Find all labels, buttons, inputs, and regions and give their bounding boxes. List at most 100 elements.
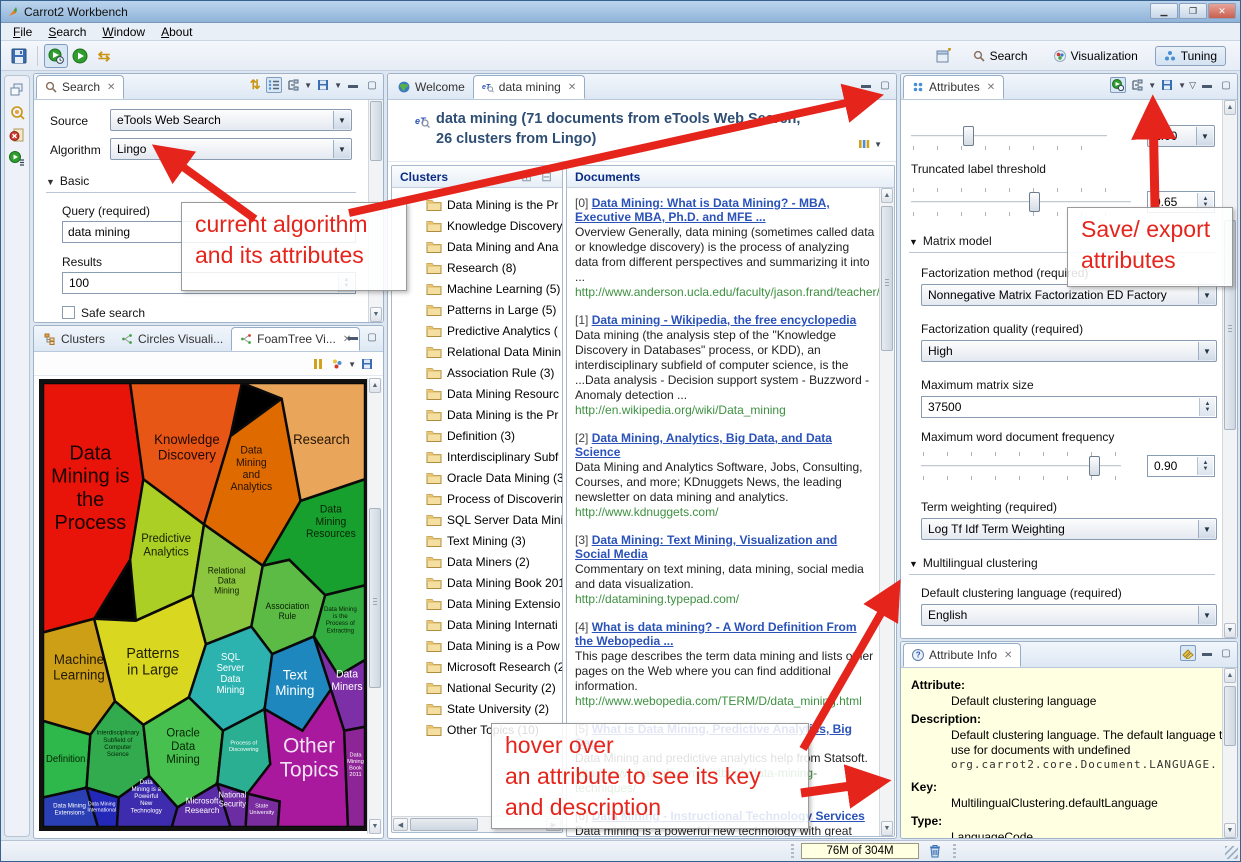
cluster-tree-item[interactable]: Data Mining and Ana [392, 236, 562, 257]
simple-layout-icon[interactable] [266, 77, 282, 93]
document-title-link[interactable]: Data Mining: Text Mining, Visualization … [575, 533, 837, 561]
dropdown-icon[interactable]: ▼ [1148, 81, 1156, 90]
document-title-link[interactable]: Data Mining, Analytics, Big Data, and Da… [575, 431, 832, 459]
document-title-link[interactable]: What is data mining? - A Word Definition… [575, 620, 857, 648]
foamtree-scrollbar[interactable]: ▲ ▼ [367, 378, 382, 834]
document-url[interactable]: http://www.anderson.ucla.edu/faculty/jas… [575, 285, 875, 300]
cluster-tree-item[interactable]: Association Rule (3) [392, 362, 562, 383]
max-word-frequency-value[interactable]: 0.90▲▼ [1147, 455, 1215, 477]
open-perspective-icon[interactable] [932, 44, 956, 68]
factorization-method-select[interactable]: Nonnegative Matrix Factorization ED Fact… [921, 284, 1217, 306]
view-menu-icon[interactable]: ▽ [1189, 80, 1196, 91]
document-url[interactable]: http://en.wikipedia.org/wiki/Data_mining [575, 403, 875, 418]
minimize-view-icon[interactable]: ▬ [858, 77, 874, 93]
error-log-icon[interactable] [9, 127, 25, 143]
expand-all-icon[interactable]: ⊞ [521, 169, 532, 185]
minimize-view-icon[interactable]: ▬ [345, 329, 361, 345]
perspective-visualization[interactable]: Visualization [1045, 46, 1147, 66]
cluster-tree-item[interactable]: Research (8) [392, 257, 562, 278]
safe-search-checkbox[interactable] [62, 306, 75, 319]
minimize-view-icon[interactable]: ▬ [1199, 77, 1215, 93]
cluster-tree-item[interactable]: Data Mining is a Pow [392, 635, 562, 656]
dropdown-icon[interactable]: ▼ [1178, 81, 1186, 90]
document-url[interactable]: http://www.webopedia.com/TERM/D/data_min… [575, 694, 875, 709]
editor-tab-welcome[interactable]: Welcome [390, 75, 473, 99]
cluster-tree-item[interactable]: Predictive Analytics ( [392, 320, 562, 341]
document-title-link[interactable]: Data Mining: What is Data Mining? - MBA,… [575, 196, 830, 224]
menu-window[interactable]: Window [94, 24, 153, 40]
factorization-quality-select[interactable]: High▼ [921, 340, 1217, 362]
term-weighting-select[interactable]: Log Tf Idf Term Weighting▼ [921, 518, 1217, 540]
cluster-tree-item[interactable]: Microsoft Research (2 [392, 656, 562, 677]
resize-grip[interactable] [1225, 846, 1238, 859]
cluster-tree-item[interactable]: Data Mining is the Pr [392, 194, 562, 215]
cluster-tree-item[interactable]: Data Mining Resourc [392, 383, 562, 404]
search-fast-view-icon[interactable] [9, 104, 25, 120]
maximize-view-icon[interactable]: ▢ [1218, 77, 1234, 93]
perspective-tuning[interactable]: Tuning [1155, 46, 1226, 66]
maximize-view-icon[interactable]: ▢ [1218, 645, 1234, 661]
attributes-scrollbar[interactable]: ▲ ▼ [1222, 100, 1237, 638]
pause-animation-icon[interactable] [310, 356, 326, 372]
close-tab-icon[interactable]: ✕ [987, 82, 995, 93]
close-tab-icon[interactable]: ✕ [1004, 650, 1012, 661]
default-language-select[interactable]: English▼ [921, 604, 1217, 626]
cluster-tree-item[interactable]: Text Mining (3) [392, 530, 562, 551]
tab-circles-visuali[interactable]: Circles Visuali... [113, 327, 231, 351]
live-update-icon[interactable] [1110, 77, 1126, 93]
link-selection-icon[interactable] [1180, 645, 1196, 661]
garbage-collect-icon[interactable] [927, 843, 943, 859]
cluster-tree-item[interactable]: SQL Server Data Mini [392, 509, 562, 530]
cluster-tree-item[interactable]: Definition (3) [392, 425, 562, 446]
menu-about[interactable]: About [153, 24, 200, 40]
process-and-run-icon[interactable] [44, 44, 68, 68]
swap-source-icon[interactable]: ⇅ [247, 77, 263, 93]
sync-refresh-icon[interactable]: ⇆ [92, 44, 116, 68]
cluster-tree-item[interactable]: Knowledge Discovery [392, 215, 562, 236]
cluster-tree-item[interactable]: Process of Discoverin [392, 488, 562, 509]
cluster-tree-item[interactable]: Interdisciplinary Subf [392, 446, 562, 467]
foamtree-cell[interactable]: DataMiningBook2011 [344, 727, 365, 827]
menu-search[interactable]: Search [40, 24, 94, 40]
color-scheme-icon[interactable] [329, 356, 345, 372]
minimize-view-icon[interactable]: ▬ [1199, 645, 1215, 661]
cluster-tree-item[interactable]: Data Mining Extensio [392, 593, 562, 614]
cluster-tree-item[interactable]: Relational Data Minin [392, 341, 562, 362]
perspective-search[interactable]: Search [964, 46, 1037, 66]
cluster-tree-item[interactable]: Data Mining Internati [392, 614, 562, 635]
tab-search[interactable]: Search✕ [36, 75, 124, 99]
cluster-tree-item[interactable]: Oracle Data Mining (3 [392, 467, 562, 488]
close-tab-icon[interactable]: ✕ [107, 82, 115, 93]
minimize-window-button[interactable]: ▁ [1150, 3, 1178, 19]
spinner-arrows-icon[interactable]: ▲▼ [1197, 457, 1213, 475]
save-icon[interactable] [7, 44, 31, 68]
cluster-run-fast-view-icon[interactable] [9, 150, 25, 166]
maximum-matrix-size-input[interactable]: 37500▲▼ [921, 396, 1217, 418]
menu-file[interactable]: File [5, 24, 40, 40]
cluster-tree-item[interactable]: State University (2) [392, 698, 562, 719]
cluster-tree-item[interactable]: Patterns in Large (5) [392, 299, 562, 320]
source-select[interactable]: eTools Web Search▼ [110, 109, 352, 131]
layout-columns-control[interactable]: ▼ [858, 138, 882, 150]
tab-clusters[interactable]: Clusters [36, 327, 113, 351]
document-url[interactable]: http://datamining.typepad.com/ [575, 592, 875, 607]
document-title-link[interactable]: Data mining - Wikipedia, the free encycl… [592, 313, 857, 327]
foamtree-cell[interactable]: DataMining istheProcess [43, 383, 143, 633]
close-window-button[interactable]: ✕ [1208, 3, 1236, 19]
run-icon[interactable] [68, 44, 92, 68]
cluster-tree-item[interactable]: Machine Learning (5) [392, 278, 562, 299]
tab-foamtree-vi[interactable]: FoamTree Vi...✕ [231, 327, 360, 351]
tree-layout-icon[interactable] [285, 77, 301, 93]
cluster-count-value[interactable]: 2.00▼ [1147, 125, 1215, 147]
basic-section-header[interactable]: ▼Basic [46, 174, 356, 193]
save-attributes-icon[interactable] [1159, 77, 1175, 93]
cluster-count-slider[interactable] [911, 126, 1107, 146]
algorithm-select[interactable]: Lingo▼ [110, 138, 352, 160]
maximize-view-icon[interactable]: ▢ [364, 77, 380, 93]
minimize-view-icon[interactable]: ▬ [345, 77, 361, 93]
documents-scrollbar[interactable]: ▲ ▼ [879, 188, 894, 836]
editor-tab-data-mining[interactable]: eTdata mining✕ [473, 75, 585, 99]
cluster-tree-item[interactable]: National Security (2) [392, 677, 562, 698]
foamtree-visualization[interactable]: DataMining istheProcessKnowledgeDiscover… [39, 379, 369, 831]
document-url[interactable]: http://www.kdnuggets.com/ [575, 505, 875, 520]
